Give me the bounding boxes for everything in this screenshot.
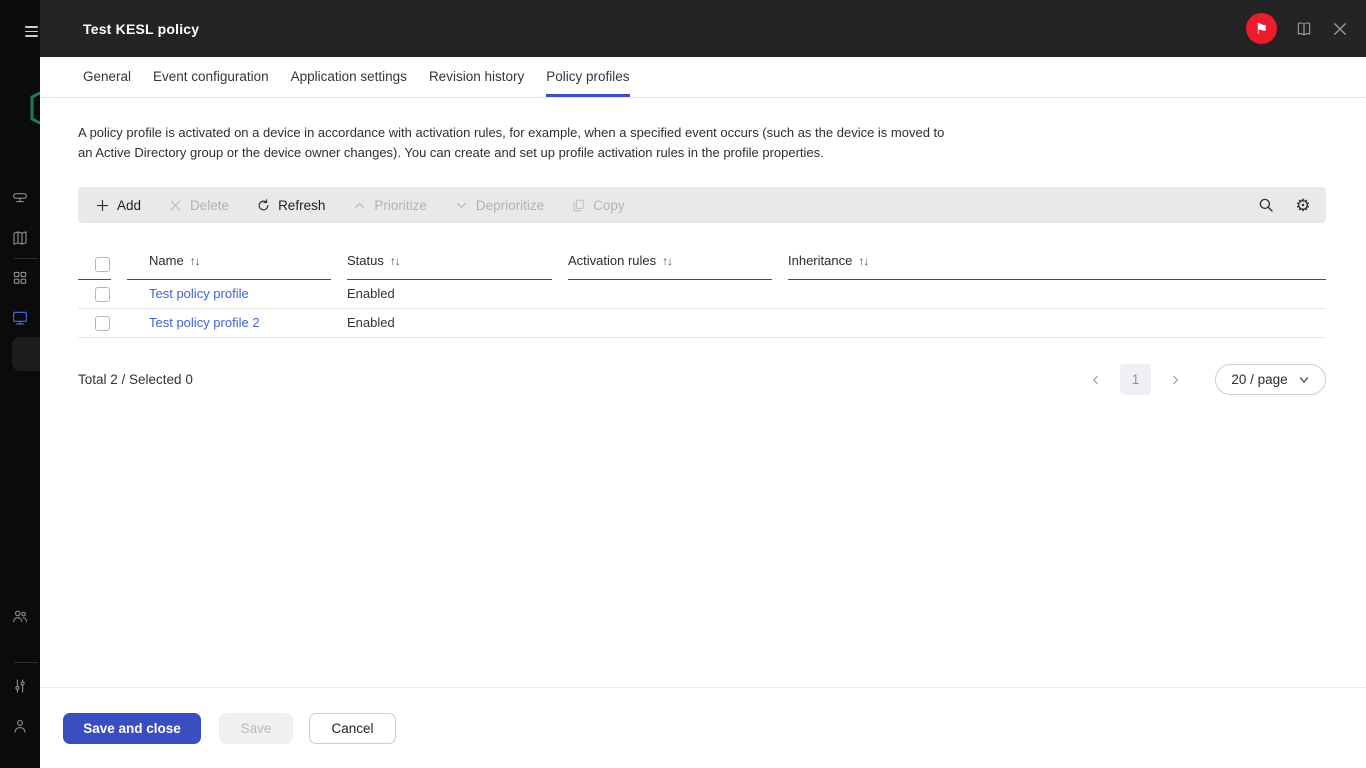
column-header-activation-rules[interactable]: Activation rules↑↓ [568,252,772,280]
copy-button-label: Copy [593,198,625,213]
prioritize-button-label: Prioritize [374,198,427,213]
page-number-button[interactable]: 1 [1120,364,1151,395]
policy-profile-description: A policy profile is activated on a devic… [78,123,958,163]
sort-icon[interactable]: ↑↓ [190,254,200,268]
chevron-up-icon [352,198,367,213]
flag-badge-icon[interactable]: ⚑ [1246,13,1277,44]
users-icon[interactable] [11,607,29,625]
delete-button-label: Delete [190,198,229,213]
window-header: Test KESL policy ⚑ [40,0,1366,57]
refresh-button-label: Refresh [278,198,325,213]
column-header-status[interactable]: Status↑↓ [347,252,552,280]
sidebar [0,0,40,768]
tab-bar: General Event configuration Application … [40,57,1366,98]
close-icon[interactable] [1331,20,1349,38]
sort-icon[interactable]: ↑↓ [662,254,672,268]
save-and-close-button[interactable]: Save and close [63,713,201,744]
deprioritize-button[interactable]: Deprioritize [454,198,544,213]
row-checkbox[interactable] [95,316,110,331]
search-icon[interactable] [1257,196,1275,214]
status-value: Enabled [347,315,395,330]
sidebar-divider [14,662,38,663]
table-row: Test policy profile Enabled [78,280,1326,309]
previous-page-icon[interactable] [1084,368,1108,392]
select-all-checkbox[interactable] [95,257,110,272]
gear-icon[interactable]: ⚙ [1294,196,1312,214]
application-window: Test KESL policy ⚑ General Event configu… [0,0,1366,768]
devices-icon[interactable] [11,188,29,206]
sort-icon[interactable]: ↑↓ [390,254,400,268]
profile-name-link[interactable]: Test policy profile 2 [149,315,260,330]
tab-revision-history[interactable]: Revision history [429,57,524,97]
table-row: Test policy profile 2 Enabled [78,309,1326,338]
plus-icon [95,198,110,213]
pagination-bar: Total 2 / Selected 0 1 20 / page [78,364,1326,395]
kaspersky-logo-icon [28,85,40,136]
table-header-row: Name↑↓ Status↑↓ Activation rules↑↓ Inher… [78,247,1326,280]
cancel-button[interactable]: Cancel [309,713,396,744]
page-title: Test KESL policy [83,21,199,37]
sidebar-divider [14,258,38,259]
refresh-button[interactable]: Refresh [256,198,325,213]
column-header-inheritance[interactable]: Inheritance↑↓ [788,252,1326,280]
chevron-down-icon [1298,374,1310,386]
next-page-icon[interactable] [1163,368,1187,392]
page-size-value: 20 / page [1231,372,1287,387]
tab-application-settings[interactable]: Application settings [291,57,407,97]
row-checkbox[interactable] [95,287,110,302]
delete-button[interactable]: Delete [168,198,229,213]
x-icon [168,198,183,213]
column-header-name[interactable]: Name↑↓ [127,252,331,280]
map-icon[interactable] [11,229,29,247]
menu-icon[interactable] [25,26,38,37]
tab-general[interactable]: General [83,57,131,97]
selection-summary: Total 2 / Selected 0 [78,372,193,387]
status-value: Enabled [347,286,395,301]
monitor-icon[interactable] [11,309,29,327]
add-button[interactable]: Add [95,198,141,213]
copy-icon [571,198,586,213]
flag-icon: ⚑ [1255,20,1268,38]
toolbar: Add Delete Refresh Prioritize Deprioriti… [78,187,1326,223]
profile-name-link[interactable]: Test policy profile [149,286,249,301]
help-book-icon[interactable] [1295,20,1313,38]
refresh-icon [256,198,271,213]
chevron-down-icon [454,198,469,213]
footer-action-bar: Save and close Save Cancel [40,687,1366,768]
deprioritize-button-label: Deprioritize [476,198,544,213]
sort-icon[interactable]: ↑↓ [858,254,868,268]
add-button-label: Add [117,198,141,213]
sidebar-active-item[interactable] [12,337,40,371]
page-size-dropdown[interactable]: 20 / page [1215,364,1326,395]
tab-policy-profiles[interactable]: Policy profiles [546,57,629,97]
save-button[interactable]: Save [219,713,293,744]
account-icon[interactable] [11,717,29,735]
tab-event-configuration[interactable]: Event configuration [153,57,269,97]
main-panel: General Event configuration Application … [40,57,1366,768]
policy-profiles-table: Name↑↓ Status↑↓ Activation rules↑↓ Inher… [78,247,1326,338]
prioritize-button[interactable]: Prioritize [352,198,427,213]
settings-sliders-icon[interactable] [11,677,29,695]
apps-grid-icon[interactable] [11,269,29,287]
copy-button[interactable]: Copy [571,198,625,213]
